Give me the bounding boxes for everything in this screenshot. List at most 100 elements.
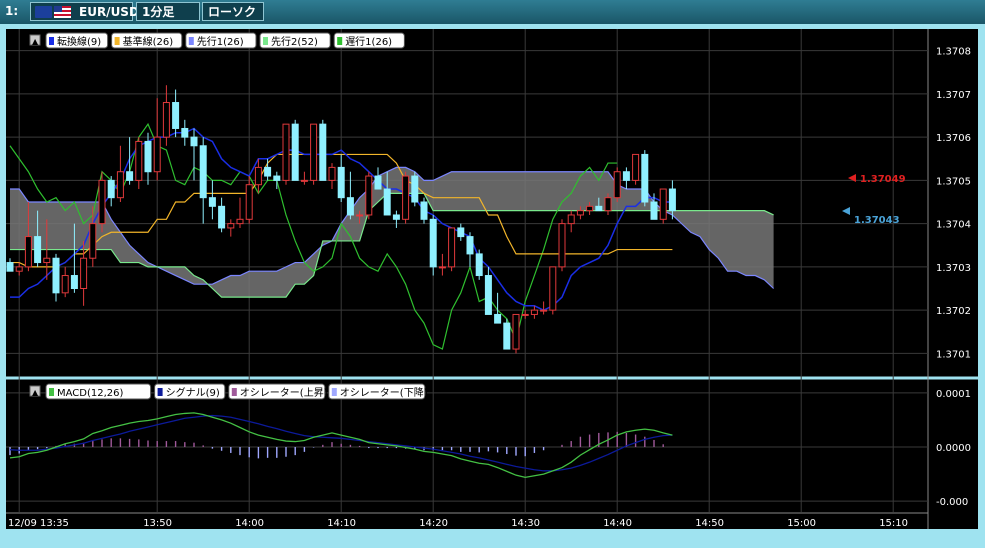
candle-body — [153, 136, 161, 173]
candle-body — [346, 197, 354, 216]
legend-swatch — [188, 37, 194, 45]
price-tick-label: 1.3705 — [936, 176, 971, 187]
legend-swatch — [114, 37, 120, 45]
candle-body — [282, 123, 290, 181]
candle-body — [374, 175, 382, 190]
candle-body — [236, 218, 244, 225]
candle-body — [70, 275, 78, 289]
candle-body — [264, 166, 272, 177]
price-tick-label: 1.3704 — [936, 220, 971, 231]
chart-toolbar: 1: EUR/USD 1分足 ローソク — [0, 0, 985, 24]
candle-body — [356, 214, 364, 217]
time-tick-label: 14:00 — [235, 518, 264, 529]
timeframe-selector[interactable]: 1分足 — [136, 2, 200, 21]
candle-body — [6, 262, 14, 272]
time-tick-label: 14:50 — [695, 518, 724, 529]
price-tick-label: 1.3706 — [936, 133, 971, 144]
candle-body — [328, 166, 336, 181]
candle-body — [98, 179, 106, 225]
eu-flag-icon — [35, 6, 52, 18]
legend-swatch — [157, 388, 163, 396]
chart-type-selector[interactable]: ローソク — [202, 2, 264, 21]
chart-type-label: ローソク — [208, 5, 257, 19]
candle-body — [383, 188, 391, 216]
price-tick-label: 1.3707 — [936, 90, 971, 101]
candle-body — [438, 266, 446, 269]
time-tick-label: 15:00 — [787, 518, 816, 529]
legend-swatch — [337, 37, 343, 45]
candle-body — [530, 309, 538, 315]
candle-body — [89, 223, 97, 259]
macd-tick-label: -0.000 — [936, 497, 968, 508]
candle-body — [521, 313, 529, 316]
chart-area: 1.3708 1.3707 1.3706 1.3705 1.3704 1.3703 1.37… — [6, 29, 978, 529]
chart-window: 1: EUR/USD 1分足 ローソク 1.3708 1.3707 1.3706 1.… — [0, 0, 985, 548]
candle-body — [172, 102, 180, 129]
time-tick-label: 14:10 — [327, 518, 356, 529]
legend-swatch — [49, 37, 54, 45]
us-flag-icon — [54, 6, 71, 18]
candle-body — [291, 123, 299, 181]
candle-body — [503, 322, 511, 350]
legend-kijun: 基準線(26) — [111, 32, 183, 49]
price-tick-label: 1.3701 — [936, 349, 971, 360]
candle-body — [245, 184, 253, 220]
candle-body — [429, 218, 437, 268]
candle-body — [190, 136, 198, 147]
candle-body — [622, 171, 630, 181]
legend-signal: シグナル(9) — [154, 383, 226, 400]
candle-body — [448, 227, 456, 268]
candle-body — [365, 175, 373, 216]
legend-macd: MACD(12,26) — [45, 383, 152, 400]
candle-body — [144, 140, 152, 173]
candle-body — [254, 166, 262, 186]
legend-tenkan: 転換線(9) — [45, 32, 109, 49]
legend-label: MACD(12,26) — [57, 388, 124, 399]
macd-legend-collapse-icon: ▲ — [32, 388, 39, 397]
candle-body — [199, 145, 207, 199]
chart-svg: 1.3708 1.3707 1.3706 1.3705 1.3704 1.3703 1.37… — [6, 29, 978, 529]
candle-body — [613, 171, 621, 199]
candle-body — [650, 201, 658, 220]
candle-body — [319, 123, 327, 181]
candle-body — [15, 266, 23, 272]
candle-body — [641, 153, 649, 203]
time-tick-label: 15:10 — [879, 518, 908, 529]
candle-body — [402, 175, 410, 220]
candle-body — [586, 205, 594, 212]
macd-tick-label: 0.0001 — [936, 389, 971, 400]
legend-swatch — [331, 388, 337, 396]
candle-body — [595, 205, 603, 212]
legend-osc-down: オシレーター(下降) — [328, 383, 428, 400]
timeframe-label: 1分足 — [142, 5, 175, 19]
legend-label: オシレーター(上昇) — [240, 387, 328, 399]
candle-body — [457, 227, 465, 238]
legend-swatch — [231, 388, 237, 396]
candle-body — [181, 127, 189, 138]
candle-body — [208, 197, 216, 207]
candle-body — [218, 205, 226, 229]
candle-body — [659, 188, 667, 220]
time-tick-label: 13:50 — [143, 518, 172, 529]
candle-body — [310, 123, 318, 181]
candle-body — [273, 175, 281, 181]
candle-body — [668, 188, 676, 212]
candle-body — [135, 140, 143, 181]
candle-body — [24, 236, 32, 268]
legend-chikou: 遅行1(26) — [333, 32, 405, 49]
candle-body — [494, 313, 502, 324]
candle-body — [337, 166, 345, 199]
candle-body — [475, 253, 483, 277]
legend-label: 先行2(52) — [271, 35, 318, 48]
time-tick-label: 14:20 — [419, 518, 448, 529]
legend-label: 遅行1(26) — [345, 35, 392, 48]
candle-body — [466, 236, 474, 255]
currency-pair-selector[interactable]: EUR/USD — [30, 2, 139, 21]
price-label-blue: 1.37043 — [854, 215, 900, 226]
time-tick-label: 14:30 — [511, 518, 540, 529]
candle-body — [540, 309, 548, 312]
legend-swatch — [49, 388, 54, 396]
currency-pair-label: EUR/USD — [79, 5, 139, 19]
candle-body — [107, 179, 115, 199]
candle-body — [52, 257, 60, 294]
